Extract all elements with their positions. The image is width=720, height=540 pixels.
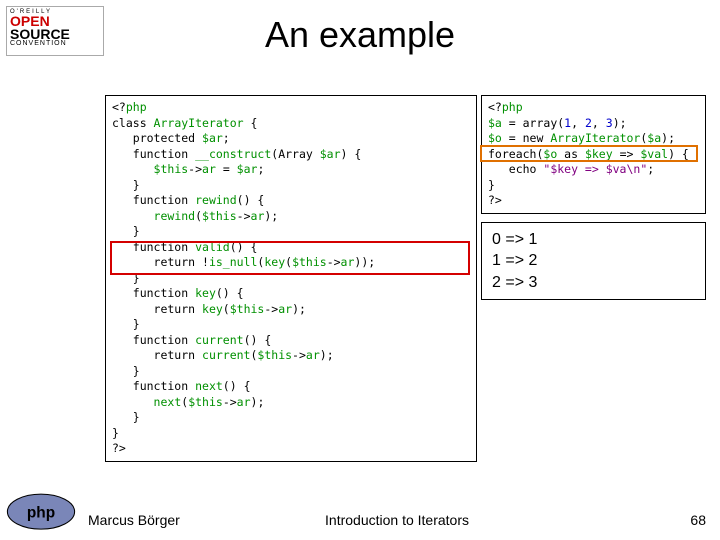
code-right: <?php $a = array(1, 2, 3); $o = new Arra… [481, 95, 706, 214]
footer: Marcus Börger Introduction to Iterators … [88, 512, 706, 528]
output-box: 0 => 1 1 => 2 2 => 3 [481, 222, 706, 301]
php-logo-icon: php [6, 492, 76, 532]
code-left: <?php class ArrayIterator { protected $a… [105, 95, 477, 462]
footer-page-number: 68 [690, 512, 706, 528]
slide-title: An example [0, 0, 720, 56]
logo-line3: SOURCE [10, 28, 100, 41]
logo-line4: CONVENTION [10, 40, 100, 47]
svg-text:php: php [27, 504, 55, 521]
content-area: <?php class ArrayIterator { protected $a… [105, 95, 706, 462]
conference-logo: O'REILLY OPEN SOURCE CONVENTION [6, 6, 104, 56]
footer-author: Marcus Börger [88, 512, 180, 528]
footer-title: Introduction to Iterators [325, 512, 469, 528]
right-column: <?php $a = array(1, 2, 3); $o = new Arra… [481, 95, 706, 462]
